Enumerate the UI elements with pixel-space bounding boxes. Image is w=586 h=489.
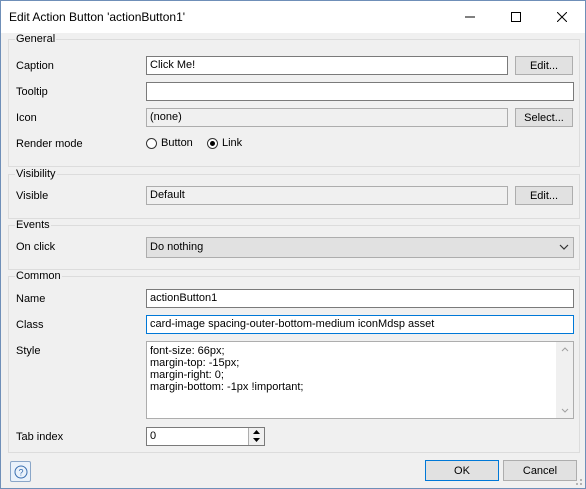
maximize-icon xyxy=(511,12,521,22)
style-line: margin-bottom: -1px !important; xyxy=(150,381,304,393)
spin-up-icon[interactable] xyxy=(249,428,264,436)
visible-field: Default xyxy=(146,186,508,205)
icon-label: Icon xyxy=(16,112,37,124)
tooltip-input[interactable] xyxy=(146,82,574,101)
style-line: font-size: 66px; xyxy=(150,345,225,357)
render-mode-button-radio[interactable]: Button xyxy=(146,137,193,149)
render-mode-link-label: Link xyxy=(222,137,243,149)
caption-edit-button[interactable]: Edit... xyxy=(515,56,573,75)
minimize-icon xyxy=(465,16,475,18)
dialog-window: Edit Action Button 'actionButton1' Gener… xyxy=(0,0,586,489)
minimize-button[interactable] xyxy=(447,1,493,33)
style-line: margin-top: -15px; xyxy=(150,357,240,369)
maximize-button[interactable] xyxy=(493,1,539,33)
class-input[interactable]: card-image spacing-outer-bottom-medium i… xyxy=(146,315,574,334)
spin-down-icon[interactable] xyxy=(249,436,264,444)
close-button[interactable] xyxy=(539,1,585,33)
scroll-arrows-icon xyxy=(561,347,569,413)
svg-text:?: ? xyxy=(18,467,23,477)
onclick-selected-value: Do nothing xyxy=(150,241,204,253)
style-textarea[interactable]: font-size: 66px; margin-top: -15px; marg… xyxy=(146,341,574,419)
caption-input[interactable]: Click Me! xyxy=(146,56,508,75)
common-group-title: Common xyxy=(15,270,62,282)
class-label: Class xyxy=(16,319,44,331)
help-button[interactable]: ? xyxy=(10,461,31,482)
onclick-dropdown[interactable]: Do nothing xyxy=(146,237,574,258)
style-scrollbar[interactable] xyxy=(556,342,573,418)
events-group-title: Events xyxy=(15,219,51,231)
style-label: Style xyxy=(16,345,41,357)
name-input[interactable]: actionButton1 xyxy=(146,289,574,308)
dialog-footer: ? OK Cancel xyxy=(1,456,585,488)
general-group-title: General xyxy=(15,33,57,45)
caption-label: Caption xyxy=(16,60,54,72)
radio-checked-icon xyxy=(207,137,218,149)
visibility-group-title: Visibility xyxy=(15,168,57,180)
tabindex-value: 0 xyxy=(150,430,157,442)
tabindex-stepper[interactable]: 0 xyxy=(146,427,265,446)
style-line: margin-right: 0; xyxy=(150,369,224,381)
visible-edit-button[interactable]: Edit... xyxy=(515,186,573,205)
icon-select-button[interactable]: Select... xyxy=(515,108,573,127)
tabindex-spin-buttons[interactable] xyxy=(248,428,264,445)
resize-grip-icon[interactable] xyxy=(573,476,583,486)
onclick-label: On click xyxy=(16,241,56,253)
tabindex-label: Tab index xyxy=(16,431,64,443)
window-title: Edit Action Button 'actionButton1' xyxy=(9,10,186,24)
render-mode-button-label: Button xyxy=(161,137,193,149)
close-icon xyxy=(557,12,567,22)
cancel-button[interactable]: Cancel xyxy=(503,460,577,481)
dialog-content: General Caption Click Me! Edit... Toolti… xyxy=(1,33,585,456)
radio-unchecked-icon xyxy=(146,137,157,149)
icon-field: (none) xyxy=(146,108,508,127)
render-mode-link-radio[interactable]: Link xyxy=(207,137,242,149)
title-bar[interactable]: Edit Action Button 'actionButton1' xyxy=(1,1,585,33)
help-icon: ? xyxy=(14,465,27,478)
name-label: Name xyxy=(16,293,46,305)
render-mode-label: Render mode xyxy=(16,138,83,150)
tooltip-label: Tooltip xyxy=(16,86,48,98)
ok-button[interactable]: OK xyxy=(425,460,499,481)
visible-label: Visible xyxy=(16,190,49,202)
chevron-down-icon xyxy=(559,244,569,250)
